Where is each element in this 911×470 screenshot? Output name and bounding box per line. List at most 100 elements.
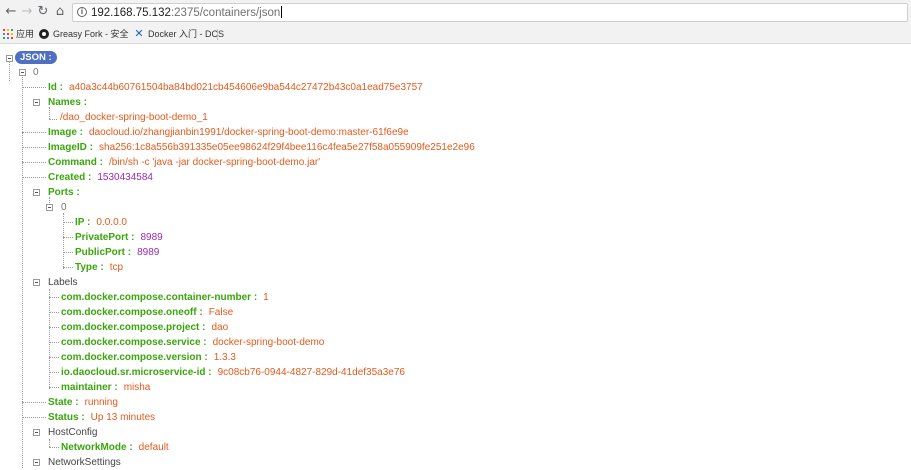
array-index: 0 bbox=[33, 67, 39, 78]
json-key: Names : bbox=[48, 97, 87, 108]
tree-line bbox=[49, 447, 59, 448]
json-row-id: Id : a40a3c44b60761504ba84bd021cb454606e9… bbox=[48, 81, 423, 95]
json-string-value: docker-spring-boot-demo bbox=[212, 337, 325, 348]
json-row-port-type: Type : tcp bbox=[75, 261, 123, 275]
json-key: maintainer : bbox=[61, 382, 118, 393]
json-row-hostconfig: HostConfig bbox=[48, 426, 97, 440]
tree-line bbox=[49, 342, 59, 343]
json-key: com.docker.compose.oneoff : bbox=[61, 307, 203, 318]
json-key: Labels bbox=[48, 277, 78, 288]
json-string-value: running bbox=[84, 397, 118, 408]
collapse-toggle-icon[interactable] bbox=[33, 279, 40, 286]
url-text[interactable]: 192.168.75.132:2375/containers/json bbox=[91, 6, 283, 20]
collapse-toggle-icon[interactable] bbox=[46, 204, 53, 211]
tree-line bbox=[9, 61, 10, 81]
bookmark-greasy-fork[interactable]: Greasy Fork - 安全 bbox=[53, 26, 129, 43]
reload-icon[interactable]: ↻ bbox=[35, 4, 51, 20]
tree-line bbox=[22, 177, 46, 178]
json-string-value: default bbox=[138, 442, 169, 453]
url-path: :2375/containers/json bbox=[170, 7, 281, 19]
json-key: ImageID : bbox=[48, 142, 94, 153]
bookmark-divider bbox=[217, 29, 218, 40]
tree-line bbox=[63, 222, 73, 223]
json-string-value: sha256:1c8a556b391335e05ee98624f29f4bee1… bbox=[99, 142, 475, 153]
docker-icon: ✕ bbox=[134, 27, 144, 40]
json-key: com.docker.compose.project : bbox=[61, 322, 206, 333]
collapse-toggle-icon[interactable] bbox=[33, 429, 40, 436]
browser-toolbar: ← → ↻ ⌂ i 192.168.75.132:2375/containers… bbox=[0, 0, 911, 26]
json-row-port-ip: IP : 0.0.0.0 bbox=[75, 216, 127, 230]
json-string-value: Up 13 minutes bbox=[90, 412, 156, 423]
json-number-value: 8989 bbox=[137, 247, 160, 258]
json-string-value: misha bbox=[123, 382, 151, 393]
json-key: NetworkSettings bbox=[48, 457, 121, 468]
json-key: HostConfig bbox=[48, 427, 98, 438]
address-bar[interactable]: i 192.168.75.132:2375/containers/json bbox=[72, 3, 908, 22]
json-key: Command : bbox=[48, 157, 103, 168]
json-key: Ports : bbox=[48, 187, 80, 198]
json-key: Image : bbox=[48, 127, 84, 138]
json-row-image: Image : daocloud.io/zhangjianbin1991/dock… bbox=[48, 126, 409, 140]
back-arrow-icon[interactable]: ← bbox=[3, 4, 19, 20]
bookmark-apps[interactable]: 应用 bbox=[16, 26, 34, 43]
json-key: Id : bbox=[48, 82, 63, 93]
forward-arrow-icon[interactable]: → bbox=[19, 4, 35, 20]
tree-line bbox=[22, 402, 46, 403]
tree-line bbox=[22, 417, 46, 418]
json-row-label: maintainer : misha bbox=[61, 381, 150, 395]
collapse-toggle-icon[interactable] bbox=[33, 99, 40, 106]
json-row-command: Command : /bin/sh -c 'java -jar docker-sp… bbox=[48, 156, 320, 170]
json-key: Status : bbox=[48, 412, 85, 423]
collapse-toggle-icon[interactable] bbox=[33, 459, 40, 466]
json-key: com.docker.compose.version : bbox=[61, 352, 208, 363]
json-row-label: io.daocloud.sr.microservice-id : 9c08cb76… bbox=[61, 366, 405, 380]
json-key: io.daocloud.sr.microservice-id : bbox=[61, 367, 212, 378]
json-key: NetworkMode : bbox=[61, 442, 133, 453]
json-string-value: daocloud.io/zhangjianbin1991/docker-spri… bbox=[89, 127, 409, 138]
json-row-created: Created : 1530434584 bbox=[48, 171, 153, 185]
json-key: PrivatePort : bbox=[75, 232, 135, 243]
json-string-value: 1 bbox=[263, 292, 269, 303]
json-string-value: False bbox=[208, 307, 234, 318]
json-row-label: com.docker.compose.version : 1.3.3 bbox=[61, 351, 236, 365]
collapse-toggle-icon[interactable] bbox=[19, 69, 26, 76]
json-string-value: tcp bbox=[109, 262, 124, 273]
info-icon[interactable]: i bbox=[77, 7, 87, 17]
tree-line bbox=[49, 357, 59, 358]
json-key: IP : bbox=[75, 217, 91, 228]
home-icon[interactable]: ⌂ bbox=[52, 4, 68, 20]
array-index: 0 bbox=[61, 202, 67, 213]
json-key: State : bbox=[48, 397, 79, 408]
json-string-value: 0.0.0.0 bbox=[96, 217, 127, 228]
tree-line bbox=[22, 87, 46, 88]
json-row-names: Names : bbox=[48, 96, 87, 110]
tree-line bbox=[49, 387, 59, 388]
apps-grid-icon[interactable] bbox=[3, 29, 13, 39]
tree-line bbox=[49, 289, 50, 389]
json-row-state: State : running bbox=[48, 396, 118, 410]
collapse-toggle-icon[interactable] bbox=[6, 55, 13, 62]
json-key: com.docker.compose.service : bbox=[61, 337, 207, 348]
json-string-value: 1.3.3 bbox=[213, 352, 236, 363]
json-row-label: com.docker.compose.project : dao bbox=[61, 321, 228, 335]
json-root-badge[interactable]: JSON : bbox=[15, 51, 57, 64]
json-number-value: 1530434584 bbox=[97, 172, 153, 183]
tree-line bbox=[49, 312, 59, 313]
json-string-value: /bin/sh -c 'java -jar docker-spring-boot… bbox=[109, 157, 321, 168]
json-key: Created : bbox=[48, 172, 92, 183]
bookmark-docker[interactable]: Docker 入门 - DCS bbox=[148, 26, 224, 43]
collapse-toggle-icon[interactable] bbox=[33, 189, 40, 196]
json-row-names-item: /dao_docker-spring-boot-demo_1 bbox=[60, 111, 208, 125]
tree-line bbox=[49, 119, 57, 120]
tree-line bbox=[22, 77, 23, 468]
json-row-label: com.docker.compose.service : docker-sprin… bbox=[61, 336, 324, 350]
text-caret bbox=[281, 6, 283, 18]
json-string-value: a40a3c44b60761504ba84bd021cb454606e9ba54… bbox=[69, 82, 423, 93]
json-row-imageid: ImageID : sha256:1c8a556b391335e05ee98624… bbox=[48, 141, 475, 155]
json-row-label: com.docker.compose.container-number : 1 bbox=[61, 291, 269, 305]
url-host: 192.168.75.132 bbox=[91, 7, 171, 19]
tree-line bbox=[63, 252, 73, 253]
json-row-labels: Labels bbox=[48, 276, 77, 290]
tree-line bbox=[22, 132, 46, 133]
json-string-value: dao bbox=[211, 322, 229, 333]
